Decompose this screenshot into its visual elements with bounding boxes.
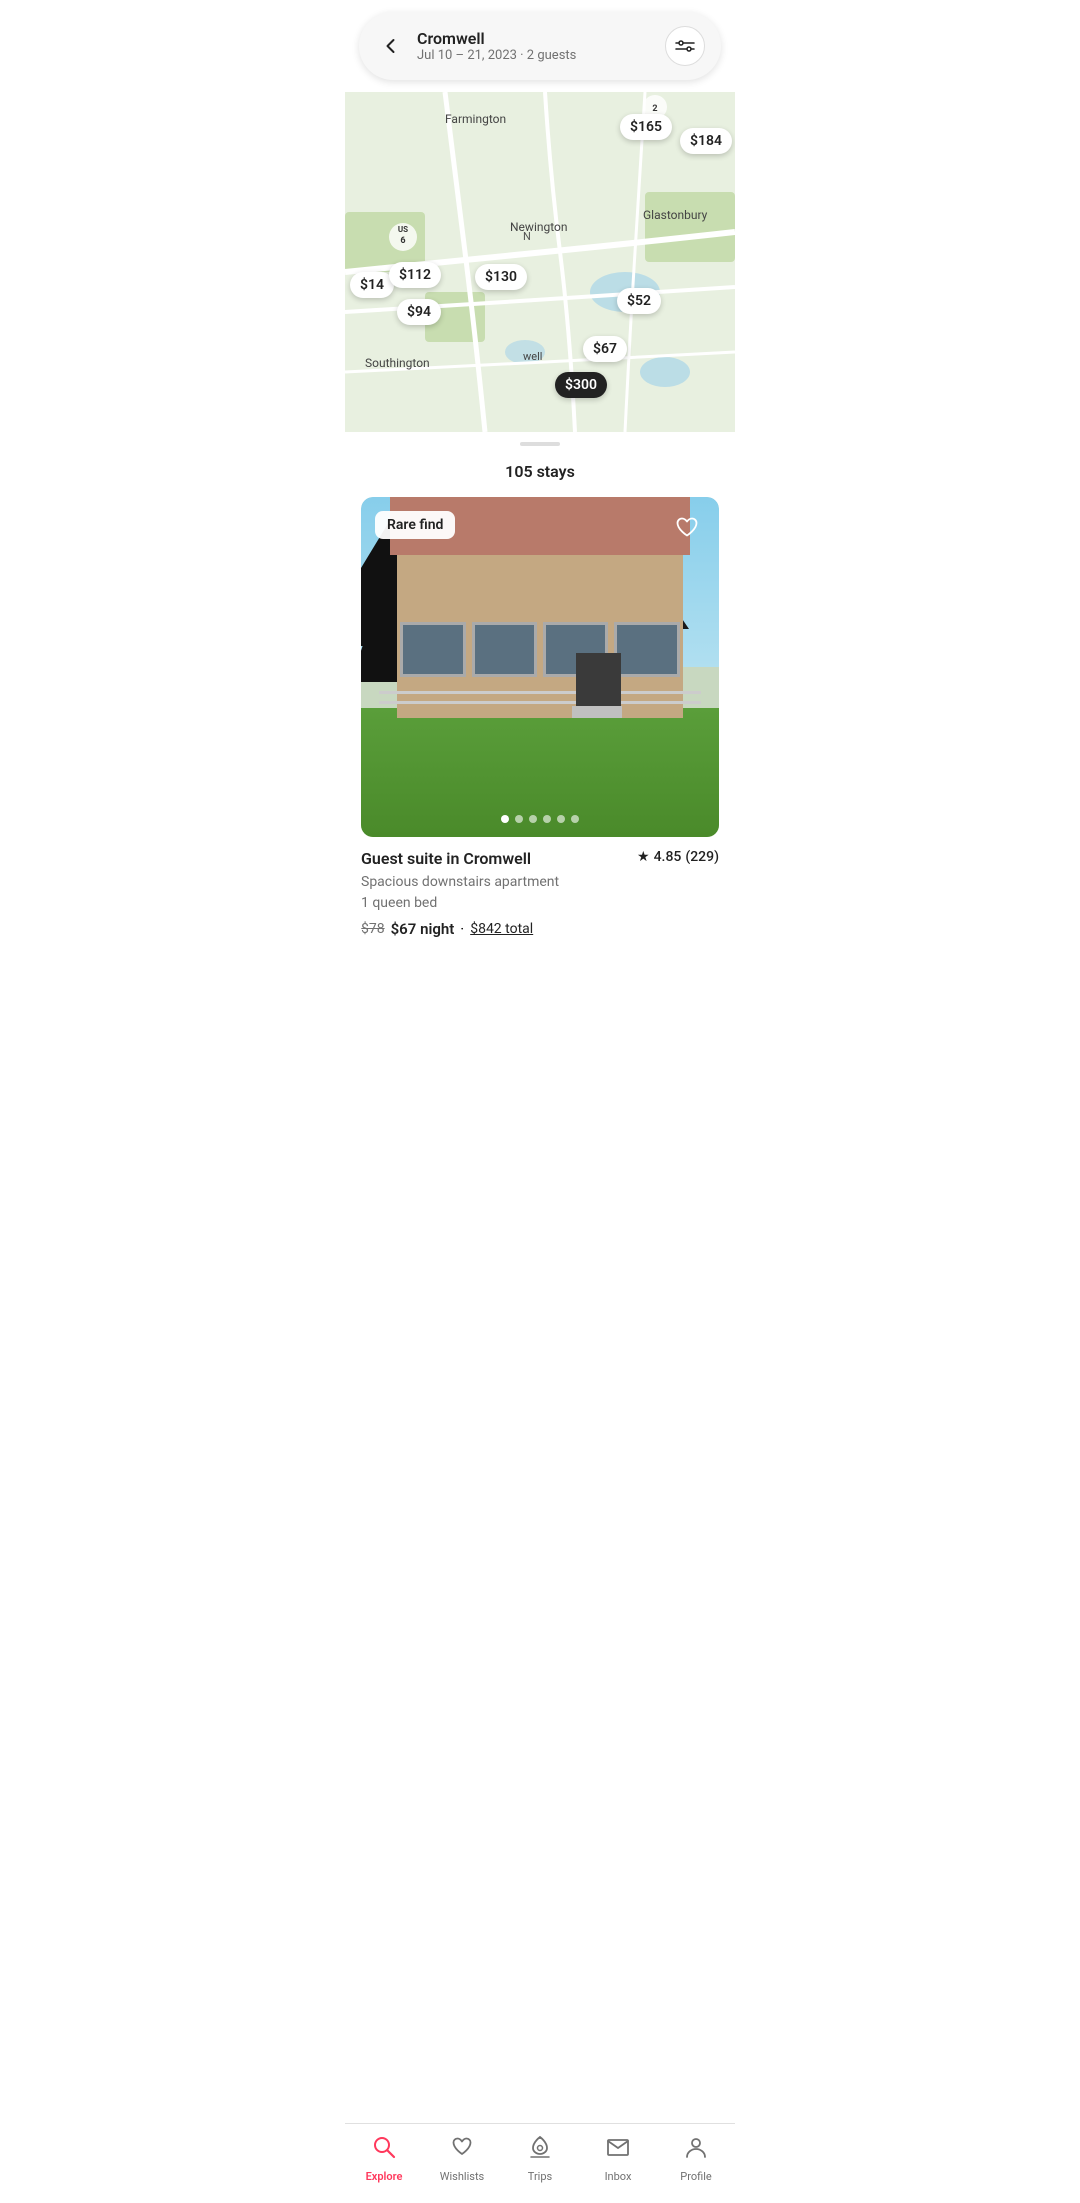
rating-value: 4.85 — [654, 849, 682, 865]
listing-subtitle-line2: 1 queen bed — [361, 893, 719, 914]
listing-image[interactable]: Rare find — [361, 497, 719, 837]
price-row: $78 $67 night · $842 total — [361, 920, 719, 938]
wishlists-icon — [449, 2134, 475, 2166]
back-button[interactable] — [375, 30, 407, 62]
search-header: Cromwell Jul 10 – 21, 2023 · 2 guests — [359, 12, 721, 80]
rare-find-badge: Rare find — [375, 511, 455, 539]
dot-1 — [501, 815, 509, 823]
map-label-newington-n: N — [523, 230, 531, 243]
city-title: Cromwell — [417, 29, 576, 48]
wishlists-label: Wishlists — [440, 2170, 484, 2183]
map-label-farmington: Farmington — [445, 112, 506, 126]
price-bubble-112[interactable]: $112 — [389, 262, 441, 288]
nav-spacer — [345, 958, 735, 1038]
stays-count: 105 stays — [345, 452, 735, 497]
dot-4 — [543, 815, 551, 823]
map-label-ctwell: well — [523, 350, 542, 363]
inbox-icon — [605, 2134, 631, 2166]
svg-text:2: 2 — [652, 104, 657, 114]
svg-text:6: 6 — [400, 236, 405, 246]
inbox-label: Inbox — [605, 2170, 632, 2183]
original-price: $78 — [361, 921, 385, 937]
handle-bar — [520, 442, 560, 446]
map-label-newington: Newington — [510, 220, 568, 234]
filter-button[interactable] — [665, 26, 705, 66]
bottom-nav: Explore Wishlists Trips Inbox — [345, 2123, 735, 2203]
price-bubble-52[interactable]: $52 — [617, 288, 661, 314]
star-icon: ★ — [637, 849, 650, 865]
map-view[interactable]: US 6 2 Farmington Newington Glastonbury … — [345, 92, 735, 432]
window-1 — [400, 622, 465, 677]
dot-5 — [557, 815, 565, 823]
nav-item-profile[interactable]: Profile — [666, 2134, 726, 2183]
porch-step — [572, 706, 622, 718]
rating: ★ 4.85 (229) — [637, 849, 719, 865]
window-4 — [614, 622, 679, 677]
price-bubble-184[interactable]: $184 — [680, 128, 732, 154]
price-bubble-300[interactable]: $300 — [555, 372, 607, 398]
listing-card[interactable]: Rare find Guest suite in Cromwell ★ 4.85… — [361, 497, 719, 938]
listing-subtitle-line1: Spacious downstairs apartment — [361, 872, 719, 893]
map-label-glastonbury: Glastonbury — [643, 208, 707, 222]
map-background: US 6 2 Farmington Newington Glastonbury … — [345, 92, 735, 432]
listing-title: Guest suite in Cromwell — [361, 849, 531, 868]
price-bubble-14[interactable]: $14 — [350, 272, 394, 298]
price-bubble-94[interactable]: $94 — [397, 299, 441, 325]
windows-row — [400, 622, 679, 677]
favorite-button[interactable] — [669, 509, 705, 545]
profile-label: Profile — [680, 2170, 711, 2183]
nav-item-inbox[interactable]: Inbox — [588, 2134, 648, 2183]
house-scene — [361, 497, 719, 837]
nav-item-trips[interactable]: Trips — [510, 2134, 570, 2183]
sheet-handle — [345, 432, 735, 452]
map-label-southington: Southington — [365, 356, 430, 370]
header-left: Cromwell Jul 10 – 21, 2023 · 2 guests — [375, 29, 576, 63]
fence-rail-bottom — [379, 701, 701, 704]
price-bubble-67[interactable]: $67 — [583, 336, 627, 362]
review-count: (229) — [685, 849, 719, 865]
trips-label: Trips — [528, 2170, 552, 2183]
current-price: $67 night — [391, 920, 455, 938]
total-price: $842 total — [470, 921, 533, 937]
nav-item-wishlists[interactable]: Wishlists — [432, 2134, 492, 2183]
dot-3 — [529, 815, 537, 823]
explore-icon — [371, 2134, 397, 2166]
price-bubble-165[interactable]: $165 — [620, 114, 672, 140]
search-subtitle: Jul 10 – 21, 2023 · 2 guests — [417, 48, 576, 63]
profile-icon — [683, 2134, 709, 2166]
pagination-dots — [501, 815, 579, 823]
header-text: Cromwell Jul 10 – 21, 2023 · 2 guests — [417, 29, 576, 63]
dot-6 — [571, 815, 579, 823]
listing-info: Guest suite in Cromwell ★ 4.85 (229) Spa… — [361, 837, 719, 938]
trips-icon — [527, 2134, 553, 2166]
svg-text:US: US — [398, 225, 408, 234]
window-2 — [472, 622, 537, 677]
explore-label: Explore — [366, 2170, 403, 2183]
nav-item-explore[interactable]: Explore — [354, 2134, 414, 2183]
fence-rail-top — [379, 691, 701, 694]
dot-2 — [515, 815, 523, 823]
price-bubble-130[interactable]: $130 — [475, 264, 527, 290]
listing-title-row: Guest suite in Cromwell ★ 4.85 (229) — [361, 849, 719, 868]
